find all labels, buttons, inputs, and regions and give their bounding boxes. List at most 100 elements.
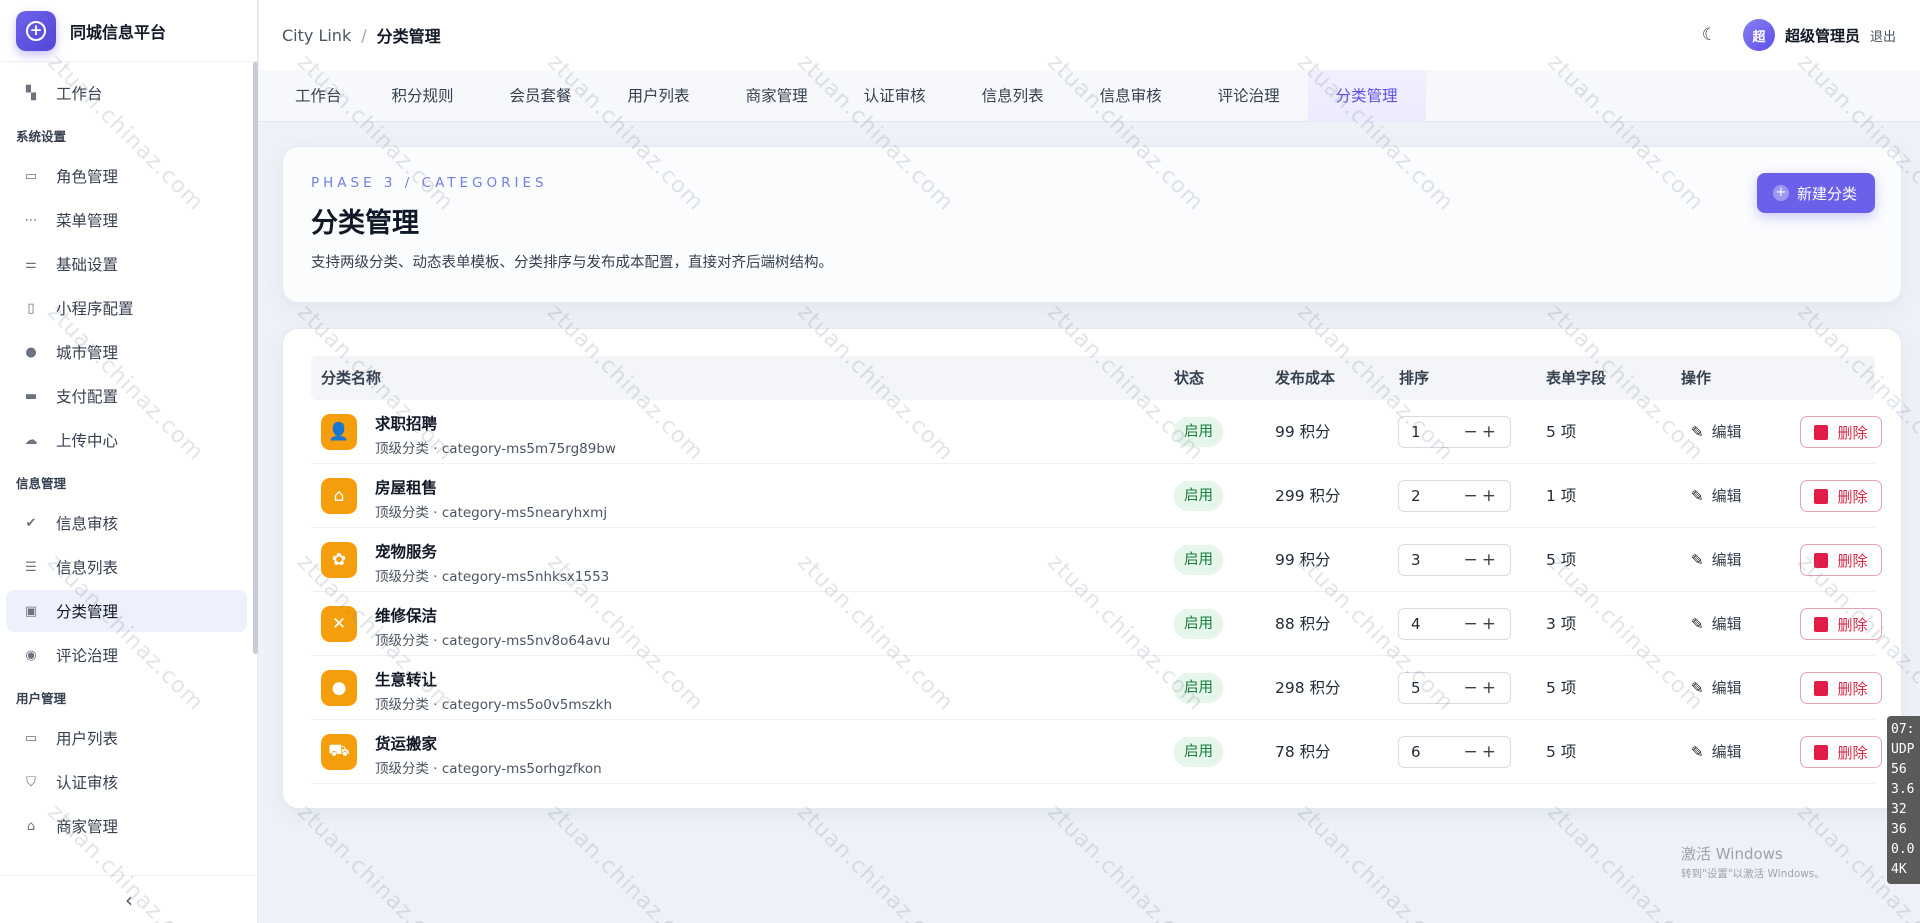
sort-stepper[interactable]: 5 −+ bbox=[1398, 672, 1511, 704]
sidebar-item[interactable]: ☰ 信息列表 bbox=[6, 546, 247, 588]
tab[interactable]: 用户列表 bbox=[600, 70, 718, 122]
page-title: 分类管理 bbox=[311, 208, 419, 239]
tab[interactable]: 信息列表 bbox=[954, 70, 1072, 122]
comment-icon: ◉ bbox=[25, 647, 37, 663]
delivery-icon: ⛟ bbox=[321, 734, 357, 770]
sort-stepper[interactable]: 3 −+ bbox=[1398, 544, 1511, 576]
header-actions: ☾ 超 超级管理员 退出 bbox=[1702, 0, 1896, 70]
category-subtitle: 顶级分类 · category-ms5nearyhxmj bbox=[375, 505, 608, 521]
tab[interactable]: 工作台 bbox=[267, 70, 364, 122]
page-description: 支持两级分类、动态表单模板、分类排序与发布成本配置，直接对齐后端树结构。 bbox=[311, 255, 833, 271]
sidebar-item[interactable]: ▣ 分类管理 bbox=[6, 590, 247, 632]
avatar[interactable]: 超 bbox=[1742, 19, 1775, 51]
sidebar-item-label: 支付配置 bbox=[56, 388, 119, 406]
sort-stepper-controls[interactable]: −+ bbox=[1464, 481, 1501, 511]
brand-title: 同城信息平台 bbox=[70, 22, 167, 42]
tab[interactable]: 会员套餐 bbox=[482, 70, 600, 122]
user-name[interactable]: 超级管理员 bbox=[1785, 25, 1860, 46]
delete-label: 删除 bbox=[1837, 487, 1868, 506]
sidebar-item[interactable]: ⚌ 基础设置 bbox=[6, 243, 247, 285]
new-category-button[interactable]: + 新建分类 bbox=[1756, 173, 1875, 213]
sidebar-item[interactable]: ▭ 用户列表 bbox=[6, 717, 247, 759]
edit-button[interactable]: ✎ 编辑 bbox=[1691, 528, 1742, 592]
sidebar-item[interactable]: ☁ 上传中心 bbox=[6, 419, 247, 461]
windows-activation-hint: 转到"设置"以激活 Windows。 bbox=[1681, 868, 1825, 880]
shield-check-icon: ⛉ bbox=[26, 774, 36, 790]
sidebar-item[interactable]: ▬ 支付配置 bbox=[6, 375, 247, 417]
category-name: 维修保洁 bbox=[375, 607, 438, 625]
table-row: ✿ 宠物服务 顶级分类 · category-ms5nhksx1553 启用 99 积分… bbox=[311, 528, 1882, 592]
sort-stepper[interactable]: 1 −+ bbox=[1398, 416, 1511, 448]
category-table-card: 分类名称 状态 发布成本 排序 表单字段 操作 👤 求职招聘 顶级分类 · cate… bbox=[282, 328, 1902, 809]
stats-line: 56 bbox=[1891, 762, 1907, 777]
delete-label: 删除 bbox=[1837, 551, 1868, 570]
stats-line: 07: bbox=[1891, 722, 1915, 737]
sort-stepper-controls[interactable]: −+ bbox=[1464, 673, 1501, 703]
sidebar-item[interactable]: ⌂ 商家管理 bbox=[6, 805, 247, 847]
delete-button[interactable]: 删除 bbox=[1800, 480, 1882, 512]
edit-label: 编辑 bbox=[1711, 551, 1742, 569]
sidebar-item-label: 基础设置 bbox=[56, 256, 119, 274]
sidebar-item[interactable]: ▯ 小程序配置 bbox=[6, 287, 247, 329]
category-subtitle: 顶级分类 · category-ms5nv8o64avu bbox=[375, 633, 611, 649]
sort-value[interactable]: 3 bbox=[1411, 545, 1421, 575]
sort-stepper-controls[interactable]: −+ bbox=[1464, 609, 1501, 639]
sidebar-item[interactable]: ▚ 工作台 bbox=[6, 72, 247, 114]
stats-line: UDP bbox=[1891, 742, 1915, 757]
sort-stepper[interactable]: 2 −+ bbox=[1398, 480, 1511, 512]
brand[interactable]: + 同城信息平台 bbox=[0, 0, 257, 62]
sort-stepper[interactable]: 6 −+ bbox=[1398, 736, 1511, 768]
phone-icon: ▯ bbox=[27, 300, 35, 316]
sort-value[interactable]: 1 bbox=[1411, 417, 1421, 447]
edit-button[interactable]: ✎ 编辑 bbox=[1691, 592, 1742, 656]
sidebar-collapse-button[interactable]: ‹ bbox=[0, 875, 258, 923]
publish-cost: 88 积分 bbox=[1275, 615, 1331, 633]
edit-button[interactable]: ✎ 编辑 bbox=[1691, 656, 1742, 720]
sort-stepper-controls[interactable]: −+ bbox=[1464, 545, 1501, 575]
theme-toggle-moon-icon[interactable]: ☾ bbox=[1702, 25, 1717, 45]
delete-label: 删除 bbox=[1837, 615, 1868, 634]
trash-icon bbox=[1814, 680, 1829, 696]
sidebar-item[interactable]: ◉ 评论治理 bbox=[6, 634, 247, 676]
column-header-fields: 表单字段 bbox=[1546, 369, 1607, 387]
sidebar-item-label: 城市管理 bbox=[56, 344, 119, 362]
watermark: ztuan.chinaz.com bbox=[792, 800, 959, 923]
pencil-icon: ✎ bbox=[1691, 743, 1704, 761]
sort-stepper-controls[interactable]: −+ bbox=[1464, 417, 1501, 447]
edit-label: 编辑 bbox=[1711, 615, 1742, 633]
tab[interactable]: 认证审核 bbox=[836, 70, 954, 122]
edit-button[interactable]: ✎ 编辑 bbox=[1691, 400, 1742, 464]
edit-button[interactable]: ✎ 编辑 bbox=[1691, 464, 1742, 528]
sidebar-item[interactable]: ⋯ 菜单管理 bbox=[6, 199, 247, 241]
sidebar-item[interactable]: ▭ 角色管理 bbox=[6, 155, 247, 197]
network-stats-overlay: 07: UDP 56 3.6 32 36 0.0 4K bbox=[1887, 716, 1920, 884]
category-name: 宠物服务 bbox=[375, 543, 438, 561]
edit-label: 编辑 bbox=[1711, 743, 1742, 761]
sidebar-item[interactable]: ✔ 信息审核 bbox=[6, 502, 247, 544]
sidebar-scrollbar[interactable] bbox=[253, 62, 258, 654]
sidebar-item[interactable]: ● 城市管理 bbox=[6, 331, 247, 373]
house-icon: ⌂ bbox=[321, 478, 357, 514]
delete-button[interactable]: 删除 bbox=[1800, 416, 1882, 448]
sidebar-item-label: 小程序配置 bbox=[56, 300, 134, 318]
category-name: 求职招聘 bbox=[375, 415, 438, 433]
sidebar-item[interactable]: ⛉ 认证审核 bbox=[6, 761, 247, 803]
tab[interactable]: 信息审核 bbox=[1072, 70, 1190, 122]
sort-stepper[interactable]: 4 −+ bbox=[1398, 608, 1511, 640]
delete-button[interactable]: 删除 bbox=[1800, 736, 1882, 768]
tab[interactable]: 积分规则 bbox=[364, 70, 482, 122]
delete-button[interactable]: 删除 bbox=[1800, 544, 1882, 576]
edit-button[interactable]: ✎ 编辑 bbox=[1691, 720, 1742, 784]
tab[interactable]: 分类管理 bbox=[1307, 69, 1426, 122]
logout-button[interactable]: 退出 bbox=[1870, 26, 1896, 45]
sort-value[interactable]: 5 bbox=[1411, 673, 1421, 703]
sort-value[interactable]: 6 bbox=[1411, 737, 1421, 767]
delete-button[interactable]: 删除 bbox=[1800, 672, 1882, 704]
delete-button[interactable]: 删除 bbox=[1800, 608, 1882, 640]
tab[interactable]: 商家管理 bbox=[718, 70, 836, 122]
sort-stepper-controls[interactable]: −+ bbox=[1464, 737, 1501, 767]
sort-value[interactable]: 4 bbox=[1411, 609, 1421, 639]
breadcrumb-root[interactable]: City Link bbox=[282, 26, 351, 45]
tab[interactable]: 评论治理 bbox=[1190, 70, 1308, 122]
sort-value[interactable]: 2 bbox=[1411, 481, 1421, 511]
